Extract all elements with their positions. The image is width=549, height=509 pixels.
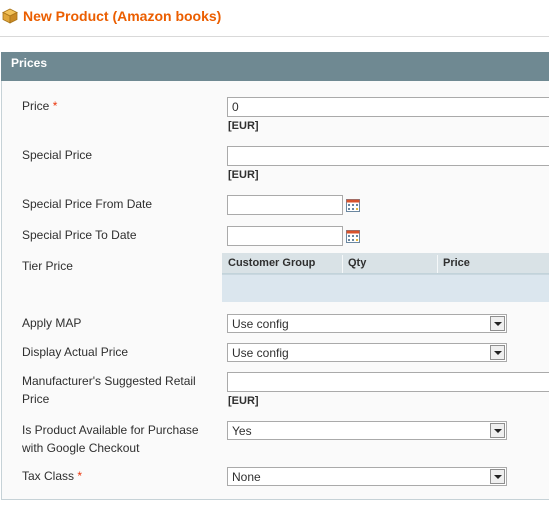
- chevron-down-icon[interactable]: [490, 316, 505, 331]
- price-currency: [EUR]: [228, 120, 259, 132]
- msrp-input[interactable]: [227, 372, 549, 392]
- google-checkout-label-line1: Is Product Available for Purchase: [22, 423, 199, 437]
- section-header: [1, 52, 549, 81]
- page-header: New Product (Amazon books): [0, 0, 549, 36]
- msrp-label-line2: Price: [22, 392, 50, 406]
- google-checkout-label-line2: with Google Checkout: [22, 441, 140, 455]
- box-icon: [2, 8, 18, 24]
- required-mark: *: [52, 99, 58, 113]
- special-from-label: Special Price From Date: [22, 197, 153, 211]
- calendar-icon[interactable]: [346, 199, 360, 212]
- msrp-label: Manufacturer's Suggested Retail Price: [22, 372, 196, 408]
- apply-map-value: Use config: [232, 317, 289, 331]
- chevron-down-icon[interactable]: [490, 469, 505, 484]
- special-price-label: Special Price: [22, 148, 93, 162]
- display-actual-price-label: Display Actual Price: [22, 345, 129, 359]
- chevron-down-icon[interactable]: [490, 345, 505, 360]
- google-checkout-value: Yes: [232, 424, 252, 438]
- header-divider: [0, 36, 549, 37]
- required-mark: *: [77, 469, 83, 483]
- tax-class-label-text: Tax Class: [22, 469, 75, 483]
- apply-map-select[interactable]: Use config: [227, 314, 507, 333]
- special-to-input[interactable]: [227, 226, 343, 246]
- tier-col-divider: [342, 255, 343, 273]
- calendar-icon[interactable]: [346, 230, 360, 243]
- tier-price-table-body: [222, 274, 549, 302]
- price-label-text: Price: [22, 99, 50, 113]
- chevron-down-icon[interactable]: [490, 423, 505, 438]
- section-title: Prices: [11, 56, 48, 70]
- tier-col-qty: Qty: [348, 257, 367, 269]
- tier-col-customer-group: Customer Group: [228, 257, 316, 269]
- tax-class-label: Tax Class *: [22, 467, 82, 485]
- price-input[interactable]: 0: [227, 97, 549, 117]
- price-label: Price *: [22, 97, 57, 115]
- apply-map-label: Apply MAP: [22, 316, 82, 330]
- google-checkout-label: Is Product Available for Purchase with G…: [22, 421, 199, 457]
- tax-class-value: None: [232, 470, 261, 484]
- display-actual-price-value: Use config: [232, 346, 289, 360]
- special-price-currency: [EUR]: [228, 169, 259, 181]
- tier-col-divider: [437, 255, 438, 273]
- special-from-input[interactable]: [227, 195, 343, 215]
- special-price-input[interactable]: [227, 146, 549, 166]
- tier-price-label: Tier Price: [22, 259, 73, 273]
- special-to-label: Special Price To Date: [22, 228, 137, 242]
- msrp-label-line1: Manufacturer's Suggested Retail: [22, 374, 196, 388]
- tier-col-price: Price: [443, 257, 470, 269]
- tax-class-select[interactable]: None: [227, 467, 507, 486]
- google-checkout-select[interactable]: Yes: [227, 421, 507, 440]
- display-actual-price-select[interactable]: Use config: [227, 343, 507, 362]
- page-title: New Product (Amazon books): [23, 8, 222, 24]
- msrp-currency: [EUR]: [228, 395, 259, 407]
